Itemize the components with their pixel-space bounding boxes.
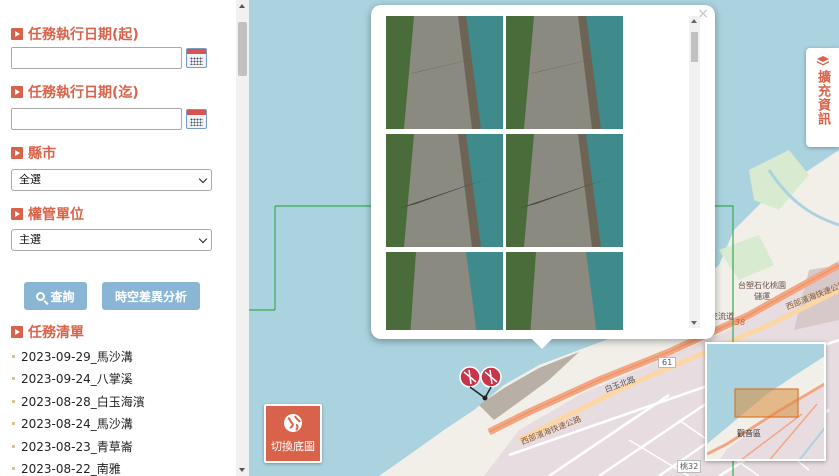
scrollbar-thumb[interactable]	[691, 32, 698, 62]
task-label: 2023-08-23_青草崙	[21, 439, 133, 454]
start-date-title: 任務執行日期(起)	[11, 24, 139, 44]
task-list-label: 任務清單	[28, 325, 84, 341]
road-shield-61: 61	[658, 357, 677, 368]
layers-icon	[816, 56, 829, 66]
task-label: 2023-09-24_八掌溪	[21, 372, 133, 387]
switch-basemap-button[interactable]: 切換底圖	[264, 404, 322, 463]
task-item[interactable]: 2023-09-24_八掌溪	[11, 368, 226, 391]
county-select-value: 全選	[19, 173, 41, 186]
start-date-input[interactable]	[11, 47, 182, 69]
scroll-down-icon[interactable]	[239, 468, 245, 472]
chevron-down-icon	[198, 234, 208, 244]
sidebar-scrollbar[interactable]	[236, 0, 249, 476]
chevron-down-icon	[198, 174, 208, 184]
drone-photo[interactable]	[506, 252, 623, 330]
drone-photo[interactable]	[506, 16, 623, 129]
popup-scrollbar[interactable]	[689, 16, 700, 328]
caret-square-icon	[11, 208, 23, 220]
task-item[interactable]: 2023-08-22_南雅	[11, 458, 226, 476]
road-shield-32: 桃32	[677, 460, 702, 473]
image-popup: ×	[371, 5, 715, 349]
filter-sidebar: 任務執行日期(起) 任務執行日期(迄) 縣市 全選 權管單位 主選 查詢 時空差…	[0, 0, 236, 476]
calendar-icon[interactable]	[186, 109, 207, 129]
start-date-label: 任務執行日期(起)	[28, 27, 139, 43]
task-item[interactable]: 2023-08-23_青草崙	[11, 435, 226, 458]
drone-photo[interactable]	[386, 252, 503, 330]
scroll-down-icon[interactable]	[691, 321, 697, 325]
scroll-up-icon[interactable]	[691, 19, 697, 23]
caret-square-icon	[11, 147, 23, 159]
county-label: 縣市	[28, 146, 56, 162]
bullet-icon	[12, 354, 15, 358]
caret-square-icon	[11, 86, 23, 98]
task-list-title: 任務清單	[11, 322, 84, 342]
task-item[interactable]: 2023-09-29_馬沙溝	[11, 345, 226, 368]
authority-select[interactable]: 主選	[11, 229, 212, 251]
popup-pointer	[531, 338, 553, 349]
task-list: 2023-09-29_馬沙溝 2023-09-24_八掌溪 2023-08-28…	[11, 345, 226, 476]
scroll-up-icon[interactable]	[239, 4, 245, 8]
bullet-icon	[12, 422, 15, 426]
authority-label: 權管單位	[28, 207, 84, 223]
drone-photo[interactable]	[386, 134, 503, 247]
search-icon	[36, 291, 46, 301]
county-title: 縣市	[11, 143, 56, 163]
expand-info-label: 擴充資訊	[815, 70, 830, 126]
bullet-icon	[12, 377, 15, 381]
drone-photo[interactable]	[506, 134, 623, 247]
overview-minimap[interactable]: 觀音區	[705, 342, 826, 461]
caret-square-icon	[11, 326, 23, 338]
globe-icon	[284, 414, 302, 432]
scrollbar-thumb[interactable]	[238, 22, 247, 76]
task-item[interactable]: 2023-08-24_馬沙溝	[11, 413, 226, 436]
expand-info-tab[interactable]: 擴充資訊	[806, 48, 839, 147]
end-date-input[interactable]	[11, 108, 182, 130]
switch-basemap-label: 切換底圖	[271, 440, 315, 453]
task-label: 2023-08-22_南雅	[21, 462, 121, 476]
search-button[interactable]: 查詢	[24, 282, 87, 310]
county-select[interactable]: 全選	[11, 169, 212, 191]
road-shield-38: 38	[735, 318, 746, 327]
task-label: 2023-08-24_馬沙溝	[21, 417, 133, 432]
search-button-label: 查詢	[50, 289, 75, 304]
task-label: 2023-09-29_馬沙溝	[21, 349, 133, 364]
end-date-title: 任務執行日期(迄)	[11, 82, 139, 102]
caret-square-icon	[11, 28, 23, 40]
spatiotemporal-analysis-button[interactable]: 時空差異分析	[102, 282, 200, 310]
poi-label-cpc: 台塑石化桃園儲運	[738, 281, 786, 301]
authority-select-value: 主選	[19, 233, 41, 246]
task-item[interactable]: 2023-08-28_白玉海濱	[11, 390, 226, 413]
minimap-district-label: 觀音區	[737, 429, 761, 438]
task-label: 2023-08-28_白玉海濱	[21, 394, 145, 409]
calendar-icon[interactable]	[186, 48, 207, 68]
drone-photo[interactable]	[386, 16, 503, 129]
bullet-icon	[12, 399, 15, 403]
photo-grid	[386, 16, 626, 330]
bullet-icon	[12, 467, 15, 471]
authority-title: 權管單位	[11, 204, 84, 224]
bullet-icon	[12, 444, 15, 448]
analysis-button-label: 時空差異分析	[114, 289, 187, 304]
map-view[interactable]: 61 桃32 38 白玉北路 西部濱海快速公路 西部濱海快速公路 台塑石化桃園儲…	[249, 0, 839, 476]
end-date-label: 任務執行日期(迄)	[28, 85, 139, 101]
